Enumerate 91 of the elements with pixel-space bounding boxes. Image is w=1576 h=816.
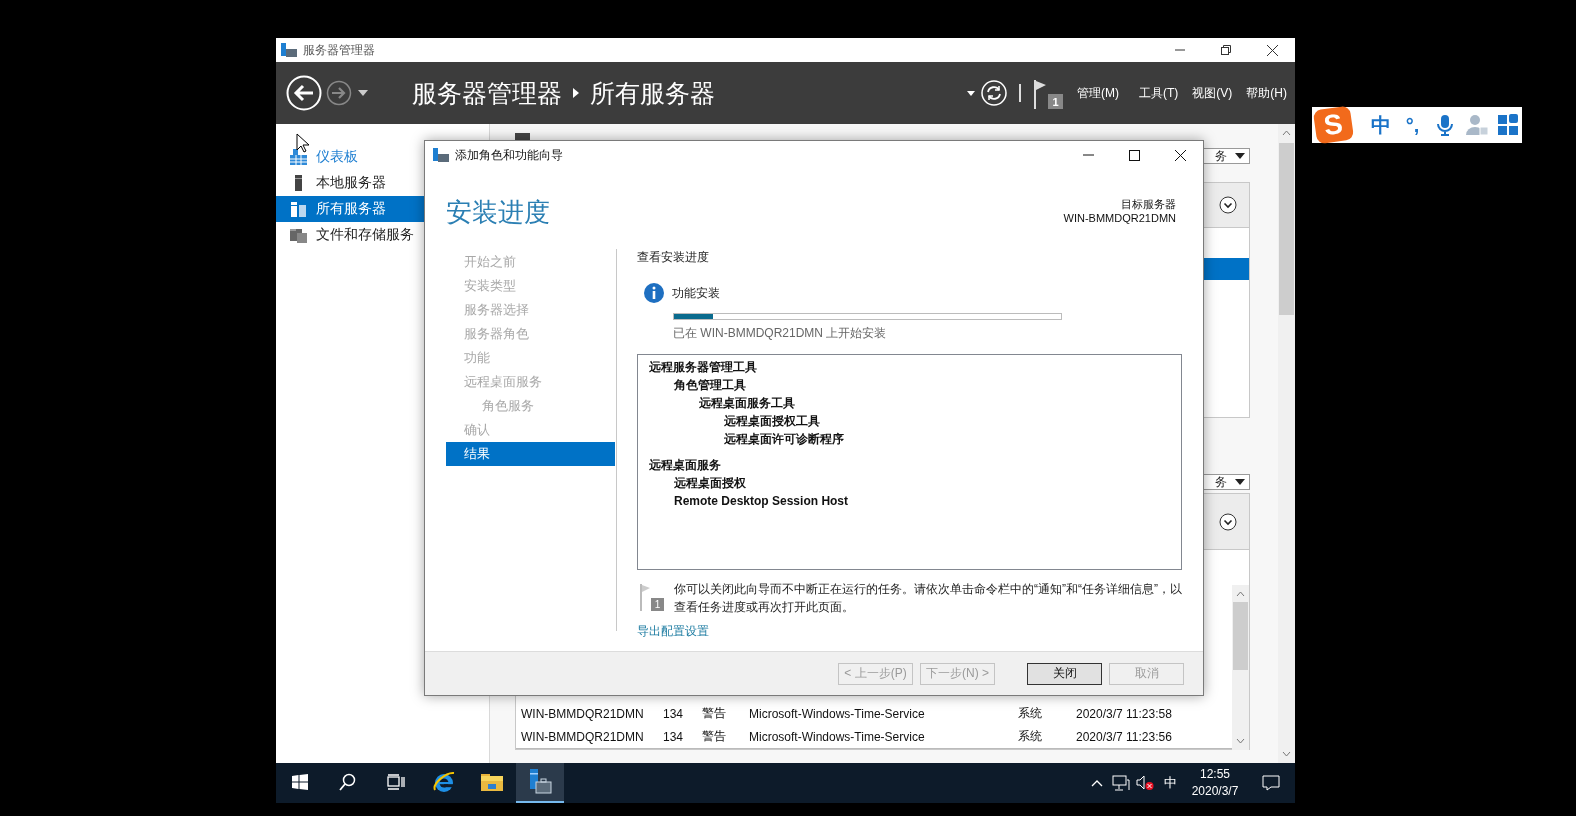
menu-item[interactable]: 帮助(H) bbox=[1246, 84, 1287, 102]
flag-icon bbox=[640, 584, 651, 611]
clock[interactable]: 12:55 2020/3/7 bbox=[1183, 766, 1247, 800]
breadcrumb-item[interactable]: 服务器管理器 bbox=[412, 76, 562, 110]
close-icon[interactable] bbox=[1174, 149, 1186, 161]
progress-title: 功能安装 bbox=[672, 284, 720, 302]
flag-icon[interactable] bbox=[1033, 79, 1047, 109]
wizard-step[interactable]: 确认 bbox=[446, 418, 615, 442]
window-title: 服务器管理器 bbox=[303, 41, 376, 59]
notification-center-icon[interactable] bbox=[1262, 775, 1280, 791]
folder-icon[interactable] bbox=[480, 772, 504, 792]
breadcrumb-separator-icon bbox=[573, 88, 579, 98]
wizard-step[interactable]: 功能 bbox=[446, 346, 615, 370]
ime-logo: S bbox=[1312, 105, 1354, 145]
table-cell-text: WIN-BMMDQR21DMN bbox=[521, 729, 645, 744]
forward-button[interactable] bbox=[326, 80, 352, 106]
wizard-button[interactable]: 关闭 bbox=[1027, 662, 1102, 685]
info-text: 你可以关闭此向导而不中断正在运行的任务。请依次单击命令栏中的“通知”和“任务详细信息”，以查看任务进度或再次打开此页面。 bbox=[674, 581, 1183, 616]
cursor-icon bbox=[296, 133, 310, 153]
menu-item[interactable]: 管理(M) bbox=[1077, 84, 1119, 102]
dropdown-caret-icon bbox=[1235, 153, 1245, 159]
result-item: 远程桌面服务 bbox=[649, 457, 722, 474]
notification-badge: 1 bbox=[1048, 94, 1063, 109]
servers-icon bbox=[290, 201, 307, 217]
result-item: 远程服务器管理工具 bbox=[649, 359, 758, 376]
maximize-icon[interactable] bbox=[1128, 149, 1140, 161]
result-item: 远程桌面授权工具 bbox=[724, 413, 821, 430]
app-icon bbox=[281, 43, 297, 57]
punctuation-toggle[interactable]: °, bbox=[1397, 113, 1429, 137]
storage-icon bbox=[290, 227, 307, 243]
input-method-indicator[interactable]: 中 bbox=[1157, 774, 1183, 792]
chevron-up-icon[interactable] bbox=[1091, 779, 1103, 787]
table-cell-text: 警告 bbox=[702, 728, 727, 745]
table-row[interactable]: WIN-BMMDQR21DMN 134 警告 Microsoft-Windows-Time-Service 系统 2020/3/7 11:23:56 bbox=[516, 725, 1232, 748]
network-icon[interactable] bbox=[1112, 775, 1130, 791]
table-cell-text: Microsoft-Windows-Time-Service bbox=[749, 706, 926, 721]
result-item: 角色管理工具 bbox=[674, 377, 747, 394]
browser-e-icon[interactable] bbox=[432, 770, 456, 794]
app-icon bbox=[433, 148, 449, 162]
chevron-down-icon[interactable] bbox=[1219, 512, 1237, 531]
volume-muted-icon[interactable] bbox=[1136, 775, 1154, 791]
result-item: 远程桌面授权 bbox=[674, 475, 747, 492]
refresh-button[interactable] bbox=[981, 80, 1007, 106]
scroll-thumb[interactable] bbox=[1279, 143, 1294, 315]
table-cell-text: 134 bbox=[663, 729, 685, 744]
table-cell-text: 系统 bbox=[1018, 728, 1043, 745]
breadcrumb-item: 所有服务器 bbox=[590, 77, 715, 109]
table-cell-text: Microsoft-Windows-Time-Service bbox=[749, 729, 926, 744]
table-cell-text: 系统 bbox=[1018, 705, 1043, 722]
search-icon[interactable] bbox=[339, 773, 357, 791]
progress-status: 已在 WIN-BMMDQR21DMN 上开始安装 bbox=[673, 325, 888, 341]
table-cell-text: 2020/3/7 11:23:58 bbox=[1076, 706, 1173, 721]
info-icon bbox=[644, 283, 664, 303]
result-item: Remote Desktop Session Host bbox=[674, 493, 850, 510]
wizard-step[interactable]: 服务器角色 bbox=[446, 322, 615, 346]
target-label: 目标服务器 bbox=[1121, 197, 1176, 211]
input-mode-toggle[interactable]: 中 bbox=[1365, 111, 1397, 139]
result-item: 远程桌面服务工具 bbox=[699, 395, 796, 412]
table-row[interactable]: WIN-BMMDQR21DMN 134 警告 Microsoft-Windows-Time-Service 系统 2020/3/7 11:23:58 bbox=[516, 702, 1232, 725]
dropdown-caret-icon bbox=[1235, 479, 1245, 485]
table-cell-text: 警告 bbox=[702, 705, 727, 722]
wizard-step[interactable]: 开始之前 bbox=[446, 250, 615, 274]
restore-icon[interactable] bbox=[1221, 45, 1231, 55]
dialog-title: 添加角色和功能向导 bbox=[455, 146, 564, 164]
server-manager-icon[interactable] bbox=[527, 768, 553, 796]
result-item: 远程桌面许可诊断程序 bbox=[724, 431, 845, 448]
menu-item[interactable]: 视图(V) bbox=[1192, 84, 1233, 102]
table-cell-text: 134 bbox=[663, 706, 685, 721]
windows-start-icon[interactable] bbox=[292, 774, 308, 790]
back-button[interactable] bbox=[286, 75, 322, 111]
task-view-icon[interactable] bbox=[387, 774, 405, 790]
wizard-step[interactable]: 结果 bbox=[446, 442, 615, 466]
menu-item[interactable]: 工具(T) bbox=[1139, 84, 1179, 102]
table-scrollbar[interactable] bbox=[1232, 585, 1249, 750]
table-cell-text: WIN-BMMDQR21DMN bbox=[521, 706, 645, 721]
export-settings-link[interactable]: 导出配置设置 bbox=[637, 623, 709, 640]
close-icon[interactable] bbox=[1266, 44, 1278, 56]
dropdown-caret-icon[interactable] bbox=[967, 90, 975, 96]
notification-badge: 1 bbox=[651, 598, 664, 611]
sidebar-item[interactable]: 本地服务器 bbox=[276, 170, 489, 196]
dropdown-caret-icon[interactable] bbox=[358, 90, 368, 96]
chevron-down-icon[interactable] bbox=[1219, 196, 1237, 214]
wizard-step[interactable]: 角色服务 bbox=[446, 394, 615, 418]
scroll-thumb[interactable] bbox=[1233, 602, 1248, 670]
target-server: WIN-BMMDQR21DMN bbox=[1063, 211, 1176, 225]
section-title: 查看安装进度 bbox=[637, 249, 710, 265]
wizard-step[interactable]: 服务器选择 bbox=[446, 298, 615, 322]
dashboard-icon bbox=[290, 149, 307, 165]
page-scrollbar[interactable] bbox=[1278, 124, 1295, 763]
wizard-step[interactable]: 安装类型 bbox=[446, 274, 615, 298]
table-cell-text: 2020/3/7 11:23:56 bbox=[1076, 729, 1173, 744]
